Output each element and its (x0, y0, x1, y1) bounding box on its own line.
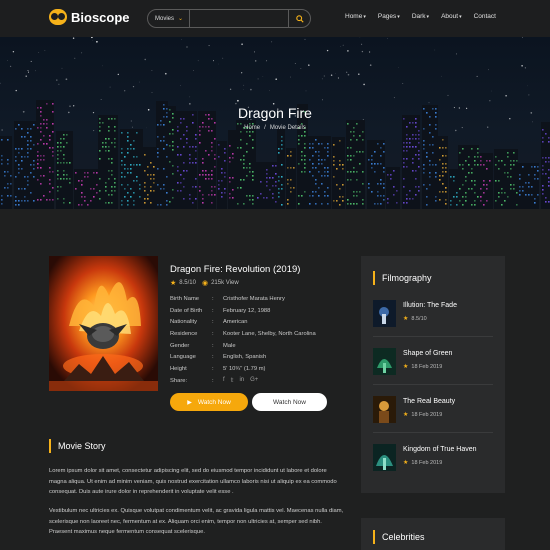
nav-about[interactable]: About▾ (441, 13, 462, 20)
page-title: Dragon Fire (238, 105, 312, 121)
movie-poster (49, 256, 158, 391)
detail-row: Date of Birth: February 12, 1988 (170, 307, 271, 314)
city-skyline-image (0, 37, 550, 209)
chevron-down-icon: ▾ (363, 14, 366, 20)
star-icon: ★ (403, 316, 409, 322)
filmography-item[interactable]: Kingdom of True Haven ★ 18 Feb 2019 (373, 444, 477, 471)
logo[interactable]: Bioscope (49, 9, 130, 25)
breadcrumb-current: Movie Details (269, 125, 306, 131)
detail-row: Gender: Male (170, 342, 236, 349)
poster-image (49, 256, 158, 391)
search-category-label: Movies (155, 15, 175, 22)
movie-title: Dragon Fire: Revolution (2019) (170, 264, 301, 275)
film-thumbnail (373, 396, 396, 423)
main-nav: Home▾ Pages▾ Dark▾ About▾ Contact (345, 13, 508, 20)
movie-details-table: Birth Name: Cristhofer Marata Henry Date … (170, 293, 350, 387)
film-title: Shape of Green (403, 350, 453, 357)
filmography-item[interactable]: The Real Beauty ★ 18 Feb 2019 (373, 396, 455, 423)
film-thumbnail (373, 444, 396, 471)
divider (373, 432, 493, 433)
accent-bar (373, 271, 375, 285)
star-icon: ★ (403, 364, 409, 370)
play-icon: ▶ (187, 399, 192, 406)
divider (373, 336, 493, 337)
detail-row: Birth Name: Cristhofer Marata Henry (170, 295, 285, 302)
logo-mask-icon (49, 9, 67, 25)
eye-icon: ◉ (201, 280, 209, 287)
story-paragraph: Vestibulum nec ultricies ex. Quisque vol… (49, 508, 344, 535)
top-header: Bioscope Movies ⌄ Home▾ Pages▾ Dark▾ Abo… (0, 0, 550, 37)
chevron-down-icon: ▾ (459, 14, 462, 20)
breadcrumb-separator: / (264, 125, 266, 131)
filmography-heading: Filmography (373, 271, 432, 285)
share-icons: f 𝕥 in G+ (223, 377, 258, 384)
detail-row: Height:5' 10¾" (1.79 m) (170, 365, 266, 372)
share-row: Share:: f 𝕥 in G+ (170, 377, 259, 385)
search-category-select[interactable]: Movies ⌄ (148, 10, 190, 27)
movie-meta: ★ 8.5/10 ◉ 215k View (170, 279, 239, 287)
divider (373, 384, 493, 385)
celebrities-heading: Celebrities (373, 530, 425, 544)
chevron-down-icon: ▾ (397, 14, 400, 20)
breadcrumb: Home / Movie Details (0, 125, 550, 131)
movie-rating: 8.5/10 (179, 280, 196, 286)
film-thumbnail (373, 348, 396, 375)
accent-bar (373, 530, 375, 544)
search-bar: Movies ⌄ (147, 9, 311, 28)
movie-views: 215k View (211, 280, 239, 286)
film-rating: 8.5/10 (411, 315, 427, 322)
film-title: The Real Beauty (403, 398, 456, 405)
breadcrumb-home[interactable]: Home (244, 125, 260, 131)
detail-row: Nationality: American (170, 319, 248, 326)
hero-banner: Dragon Fire Home / Movie Details (0, 37, 550, 209)
search-button[interactable] (288, 10, 310, 27)
google-plus-icon[interactable]: G+ (250, 377, 258, 384)
film-date: 18 Feb 2019 (411, 459, 443, 466)
star-icon: ★ (403, 460, 409, 466)
star-icon: ★ (170, 280, 177, 287)
film-date: 18 Feb 2019 (411, 411, 443, 418)
filmography-item[interactable]: Shape of Green ★ 18 Feb 2019 (373, 348, 452, 375)
search-icon (295, 14, 304, 23)
nav-home[interactable]: Home▾ (345, 13, 366, 20)
facebook-icon[interactable]: f (223, 377, 225, 384)
film-date: 18 Feb 2019 (411, 363, 443, 370)
film-thumbnail (373, 300, 396, 327)
star-icon: ★ (403, 412, 409, 418)
detail-row: Language: English, Spanish (170, 354, 267, 361)
twitter-icon[interactable]: 𝕥 (231, 377, 234, 384)
nav-dark[interactable]: Dark▾ (412, 13, 429, 20)
movie-story-heading: Movie Story (49, 439, 106, 453)
story-paragraph: Lorem ipsum dolor sit amet, consectetur … (49, 468, 337, 495)
search-input[interactable] (190, 10, 288, 27)
chevron-down-icon: ▾ (426, 14, 430, 20)
chevron-down-icon: ⌄ (178, 16, 184, 22)
accent-bar (49, 439, 51, 453)
nav-contact[interactable]: Contact (474, 13, 496, 20)
nav-pages[interactable]: Pages▾ (378, 13, 400, 20)
logo-text: Bioscope (71, 9, 130, 25)
film-title: Kingdom of True Haven (403, 446, 477, 453)
film-title: Illution: The Fade (403, 302, 457, 309)
filmography-item[interactable]: Illution: The Fade ★ 8.5/10 (373, 300, 457, 327)
watch-now-secondary-button[interactable]: Watch Now (252, 393, 327, 411)
watch-now-button[interactable]: ▶ Watch Now (170, 393, 248, 411)
detail-row: Residence: Kooter Lane, Shelby, North Car… (170, 330, 316, 337)
linkedin-icon[interactable]: in (239, 377, 244, 384)
